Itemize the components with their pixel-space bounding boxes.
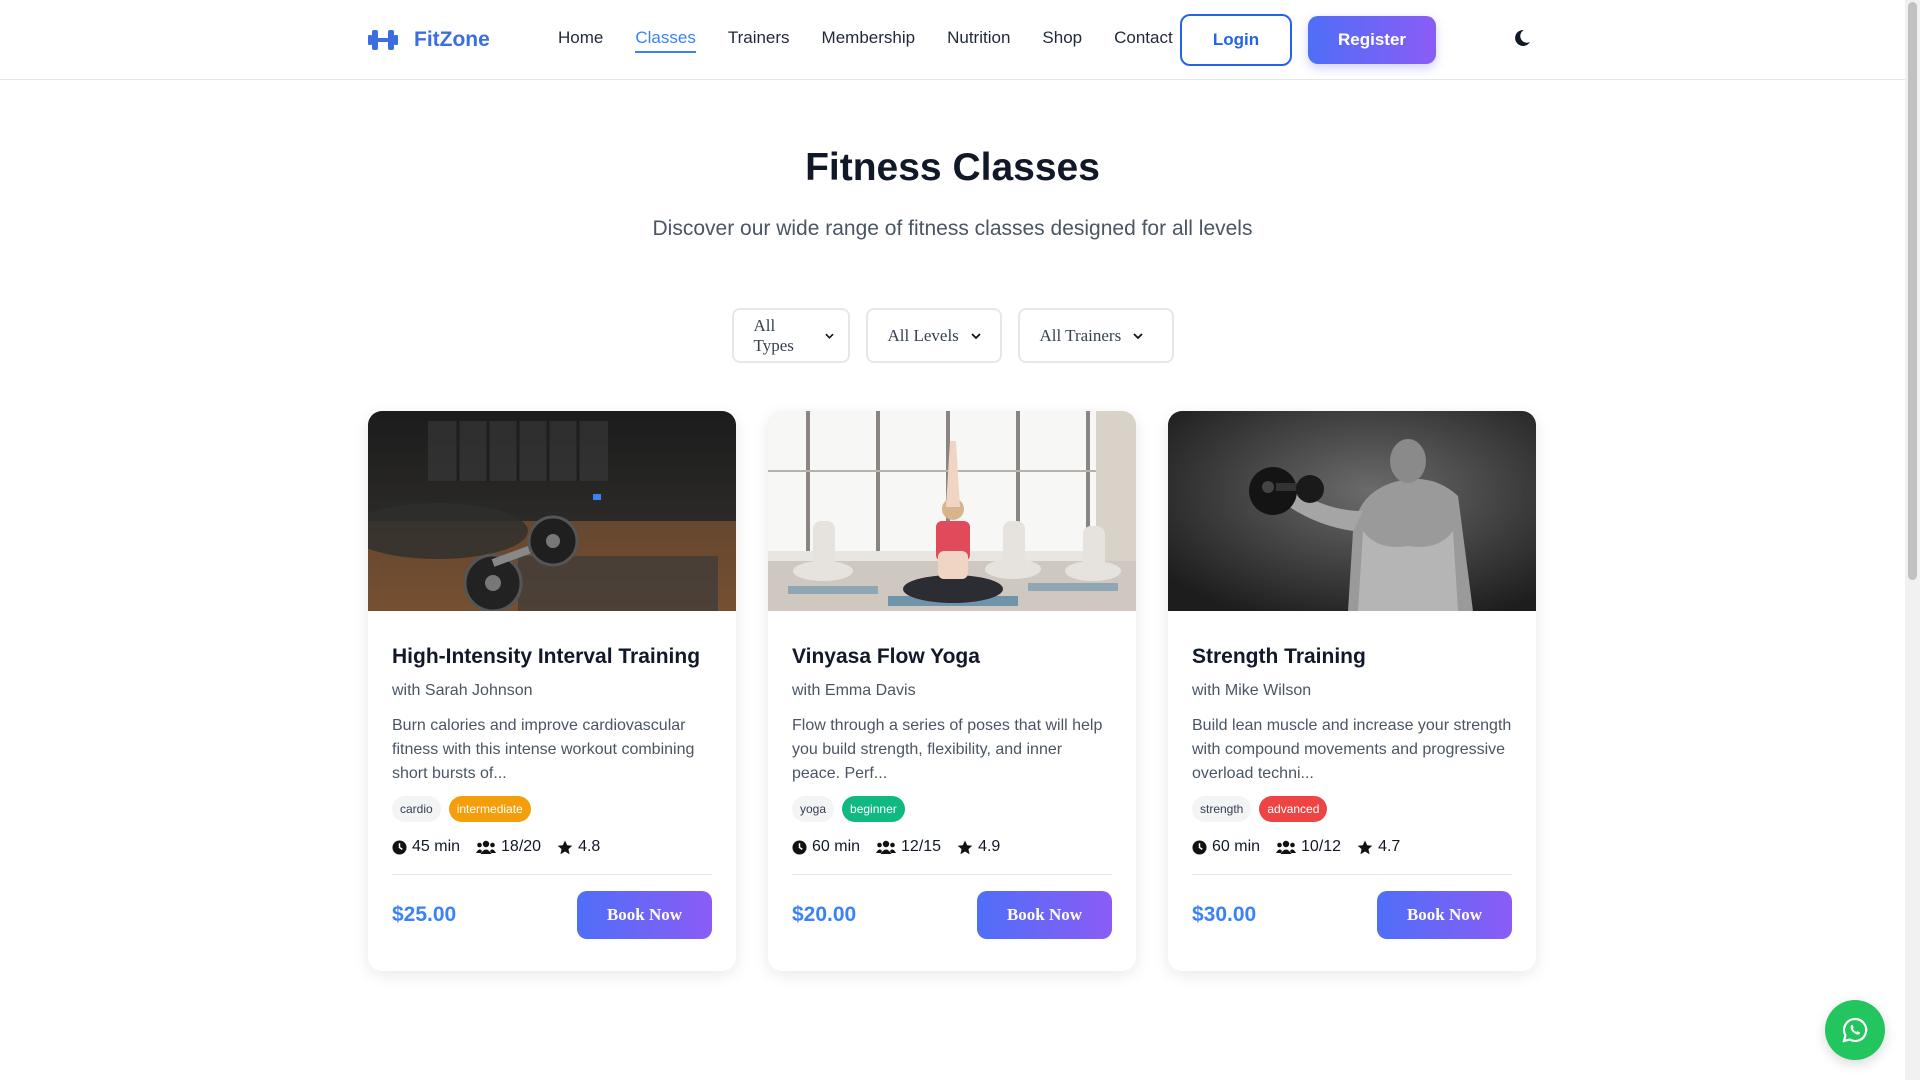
class-image-yoga <box>768 411 1136 611</box>
nav-nutrition[interactable]: Nutrition <box>947 28 1010 53</box>
whatsapp-icon <box>1842 1017 1868 1043</box>
trainer-filter-select[interactable]: All Trainers <box>1017 308 1174 363</box>
class-meta: 60 min 12/15 4.9 <box>792 838 1112 856</box>
class-card: Strength Training with Mike Wilson Build… <box>1168 411 1536 971</box>
level-filter-value: All Levels <box>887 325 959 345</box>
book-now-button[interactable]: Book Now <box>1377 891 1512 939</box>
clock-icon <box>792 839 807 855</box>
class-description: Build lean muscle and increase your stre… <box>1192 717 1512 782</box>
class-capacity: 18/20 <box>501 838 542 855</box>
page-title: Fitness Classes <box>805 146 1100 189</box>
class-rating: 4.7 <box>1378 838 1401 855</box>
class-trainer: with Emma Davis <box>792 682 916 699</box>
users-icon <box>1276 840 1297 854</box>
nav-trainers[interactable]: Trainers <box>728 28 790 53</box>
class-duration: 45 min <box>412 838 461 855</box>
site-header: FitZone Home Classes Trainers Membership… <box>0 0 1905 80</box>
class-description: Burn calories and improve cardiovascular… <box>392 717 695 782</box>
star-icon <box>557 840 573 854</box>
type-tag: yoga <box>792 796 835 822</box>
class-duration: 60 min <box>812 838 861 855</box>
main-nav: Home Classes Trainers Membership Nutriti… <box>558 28 1173 53</box>
class-capacity: 12/15 <box>901 838 942 855</box>
class-meta: 45 min 18/20 4.8 <box>392 838 712 856</box>
card-divider <box>1192 874 1512 875</box>
nav-classes[interactable]: Classes <box>635 28 696 53</box>
scrollbar-thumb[interactable] <box>1908 2 1917 580</box>
class-title: Vinyasa Flow Yoga <box>792 645 980 668</box>
type-filter-select[interactable]: All Types <box>731 308 850 363</box>
level-tag: advanced <box>1259 796 1328 822</box>
book-now-button[interactable]: Book Now <box>977 891 1112 939</box>
class-trainer: with Sarah Johnson <box>392 682 533 699</box>
clock-icon <box>392 839 407 855</box>
nav-shop[interactable]: Shop <box>1042 28 1082 53</box>
class-description: Flow through a series of poses that will… <box>792 717 1103 782</box>
book-now-button[interactable]: Book Now <box>577 891 712 939</box>
trainer-filter-value: All Trainers <box>1039 325 1122 345</box>
card-divider <box>392 874 712 875</box>
users-icon <box>876 840 897 854</box>
nav-contact[interactable]: Contact <box>1114 28 1173 53</box>
chevron-down-icon <box>824 333 834 339</box>
dumbbell-icon <box>368 26 400 54</box>
class-duration: 60 min <box>1212 838 1261 855</box>
class-card: Vinyasa Flow Yoga with Emma Davis Flow t… <box>768 411 1136 971</box>
level-filter-select[interactable]: All Levels <box>865 308 1002 363</box>
class-image-hiit <box>368 411 736 611</box>
card-divider <box>792 874 1112 875</box>
class-trainer: with Mike Wilson <box>1192 682 1312 699</box>
class-price: $25.00 <box>392 903 457 926</box>
level-tag: beginner <box>842 796 905 822</box>
class-rating: 4.9 <box>978 838 1001 855</box>
class-capacity: 10/12 <box>1301 838 1342 855</box>
page-scrollbar[interactable] <box>1905 0 1920 1080</box>
page-subtitle: Discover our wide range of fitness class… <box>652 217 1253 240</box>
whatsapp-chat-button[interactable] <box>1825 1000 1885 1060</box>
class-card: High-Intensity Interval Training with Sa… <box>368 411 736 971</box>
class-price: $30.00 <box>1192 903 1257 926</box>
class-rating: 4.8 <box>578 838 601 855</box>
type-tag: cardio <box>392 796 441 822</box>
chevron-down-icon <box>971 332 981 339</box>
class-image-strength <box>1168 411 1536 611</box>
clock-icon <box>1192 839 1207 855</box>
class-title: Strength Training <box>1192 645 1366 668</box>
login-button[interactable]: Login <box>1180 14 1292 66</box>
brand-name: FitZone <box>414 28 490 51</box>
class-price: $20.00 <box>792 903 857 926</box>
star-icon <box>957 840 973 854</box>
moon-icon[interactable] <box>1512 28 1534 50</box>
type-tag: strength <box>1192 796 1252 822</box>
chevron-down-icon <box>1133 332 1143 339</box>
users-icon <box>476 840 497 854</box>
level-tag: intermediate <box>448 796 531 822</box>
nav-home[interactable]: Home <box>558 28 603 53</box>
register-button[interactable]: Register <box>1308 16 1436 64</box>
filter-bar: All Types All Levels All Trainers <box>0 308 1905 363</box>
star-icon <box>1357 840 1373 854</box>
type-filter-value: All Types <box>753 315 794 355</box>
class-title: High-Intensity Interval Training <box>392 645 701 668</box>
brand-logo[interactable]: FitZone <box>368 26 490 54</box>
class-cards-grid: High-Intensity Interval Training with Sa… <box>368 411 1536 971</box>
nav-membership[interactable]: Membership <box>822 28 916 53</box>
class-meta: 60 min 10/12 4.7 <box>1192 838 1512 856</box>
